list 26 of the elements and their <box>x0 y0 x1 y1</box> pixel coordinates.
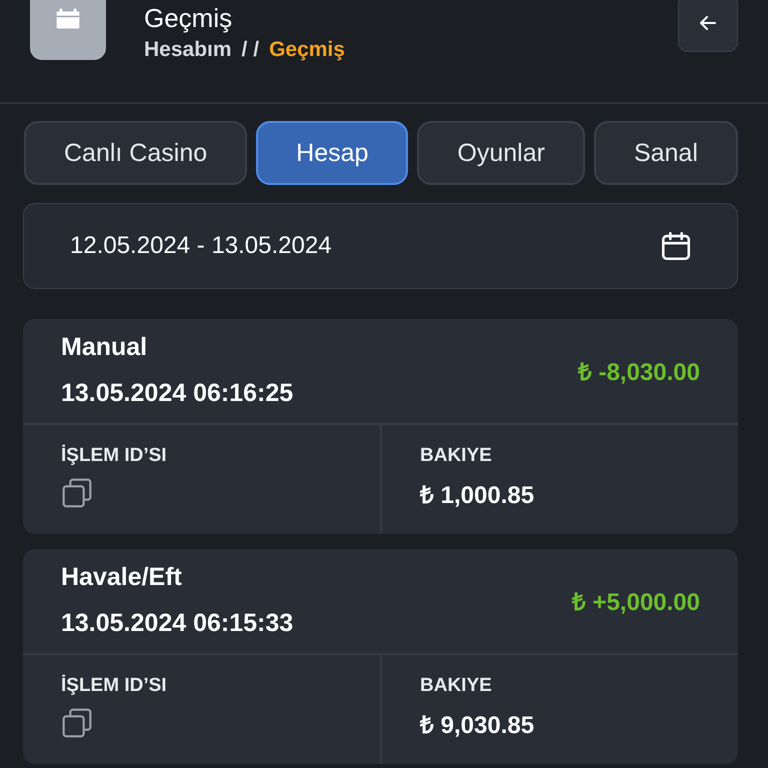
transaction-id-label: İŞLEM ID’SI <box>61 675 167 697</box>
calendar-icon <box>659 229 693 263</box>
date-range-value: 12.05.2024 - 13.05.2024 <box>70 232 332 260</box>
date-range-field[interactable]: 12.05.2024 - 13.05.2024 <box>23 203 738 289</box>
balance-value: ₺ 1,000.85 <box>420 481 534 510</box>
transaction-type: Manual <box>61 332 148 363</box>
copy-icon[interactable] <box>61 477 93 509</box>
balance-label: BAKIYE <box>420 675 492 697</box>
transaction-amount: ₺ -8,030.00 <box>578 358 700 386</box>
transaction-datetime: 13.05.2024 06:16:25 <box>61 378 294 409</box>
tab[interactable]: Sanal <box>594 121 738 185</box>
breadcrumb-link[interactable]: Hesabım <box>144 38 232 62</box>
breadcrumb-separator: / / <box>242 38 260 62</box>
breadcrumb-link[interactable]: Geçmiş <box>269 38 345 62</box>
tab[interactable]: Hesap <box>256 121 408 185</box>
tab[interactable]: Canlı Casino <box>24 121 248 185</box>
balance-value: ₺ 9,030.85 <box>420 711 534 740</box>
copy-icon[interactable] <box>61 707 93 739</box>
transaction-amount: ₺ +5,000.00 <box>572 588 700 616</box>
back-button[interactable] <box>678 0 738 52</box>
transaction-type: Havale/Eft <box>61 562 183 593</box>
balance-label: BAKIYE <box>420 445 492 467</box>
transaction-datetime: 13.05.2024 06:15:33 <box>61 608 294 639</box>
transaction-id-label: İŞLEM ID’SI <box>61 445 167 467</box>
tab[interactable]: Oyunlar <box>417 121 585 185</box>
page-title: Geçmiş <box>144 2 234 34</box>
